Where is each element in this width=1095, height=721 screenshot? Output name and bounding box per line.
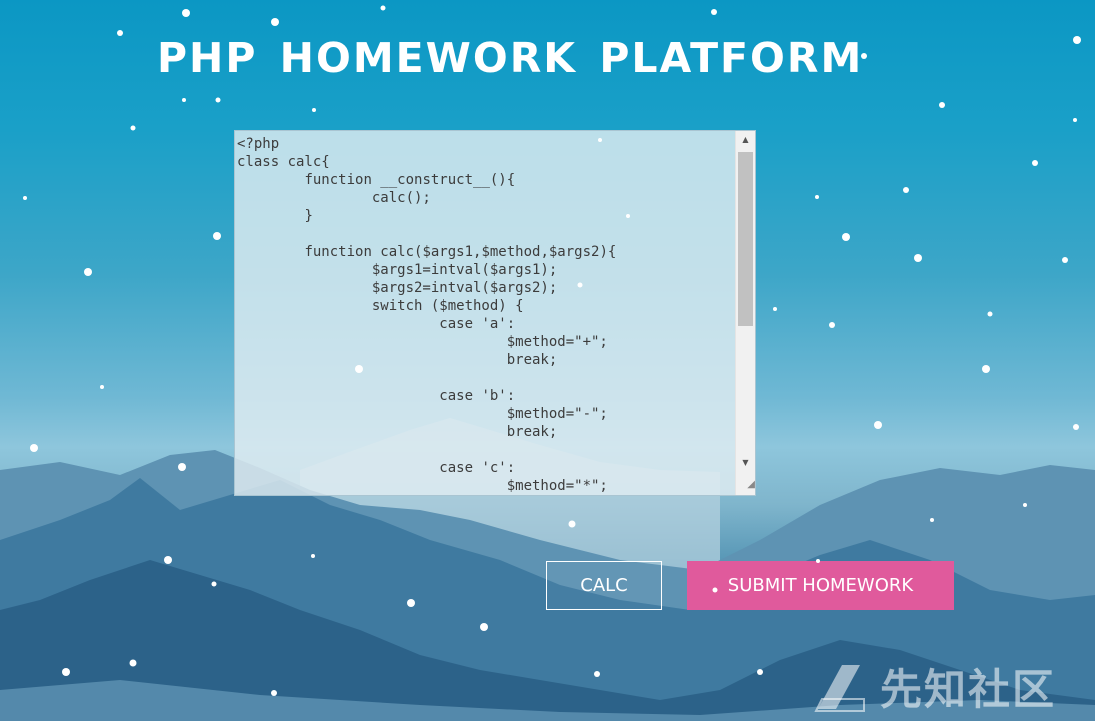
- page-title: PHP HOMEWORK PLATFORM: [157, 34, 864, 82]
- code-content[interactable]: <?php class calc{ function __construct__…: [237, 135, 735, 495]
- editor-scrollbar[interactable]: ▲ ▼: [735, 131, 755, 495]
- scroll-down-arrow-icon[interactable]: ▼: [736, 454, 755, 471]
- submit-homework-button[interactable]: SUBMIT HOMEWORK: [687, 561, 954, 610]
- resize-grip-icon[interactable]: ◢: [736, 473, 755, 495]
- scroll-up-arrow-icon[interactable]: ▲: [736, 131, 755, 148]
- watermark: 先知社区: [812, 658, 1056, 714]
- code-editor-textarea[interactable]: <?php class calc{ function __construct__…: [234, 130, 756, 496]
- scroll-thumb[interactable]: [738, 152, 753, 326]
- watermark-text: 先知社区: [880, 664, 1057, 714]
- calc-button[interactable]: CALC: [546, 561, 662, 610]
- xianzhi-logo-icon: [814, 665, 865, 712]
